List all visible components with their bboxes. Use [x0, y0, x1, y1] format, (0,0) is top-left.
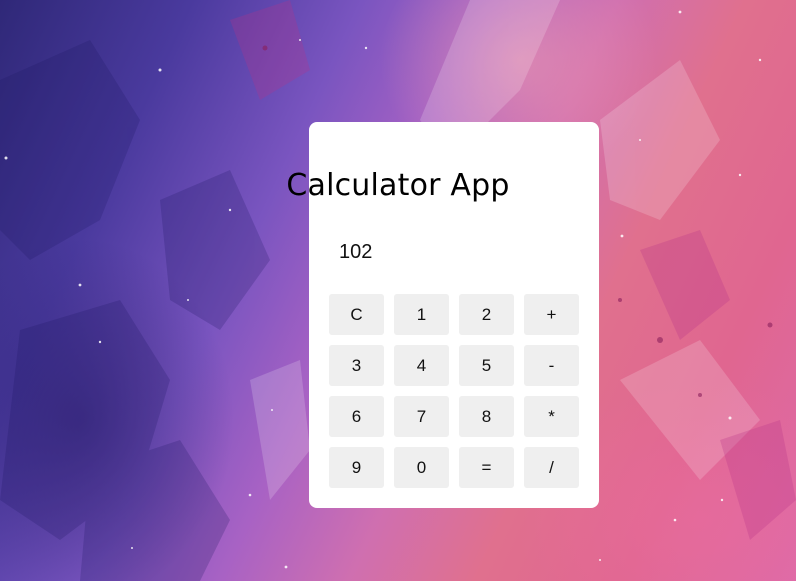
key-7-button[interactable]: 7: [394, 396, 449, 437]
key-add-button[interactable]: +: [524, 294, 579, 335]
key-divide-button[interactable]: /: [524, 447, 579, 488]
key-8-button[interactable]: 8: [459, 396, 514, 437]
key-0-button[interactable]: 0: [394, 447, 449, 488]
keypad: C 1 2 + 3 4 5 - 6 7 8 * 9 0 = /: [329, 294, 579, 488]
key-4-button[interactable]: 4: [394, 345, 449, 386]
key-multiply-button[interactable]: *: [524, 396, 579, 437]
key-equals-button[interactable]: =: [459, 447, 514, 488]
key-6-button[interactable]: 6: [329, 396, 384, 437]
calculator-display: 102: [339, 241, 373, 263]
key-clear-button[interactable]: C: [329, 294, 384, 335]
key-9-button[interactable]: 9: [329, 447, 384, 488]
key-1-button[interactable]: 1: [394, 294, 449, 335]
app-title: Calculator App: [286, 168, 510, 203]
key-5-button[interactable]: 5: [459, 345, 514, 386]
key-2-button[interactable]: 2: [459, 294, 514, 335]
key-3-button[interactable]: 3: [329, 345, 384, 386]
key-subtract-button[interactable]: -: [524, 345, 579, 386]
